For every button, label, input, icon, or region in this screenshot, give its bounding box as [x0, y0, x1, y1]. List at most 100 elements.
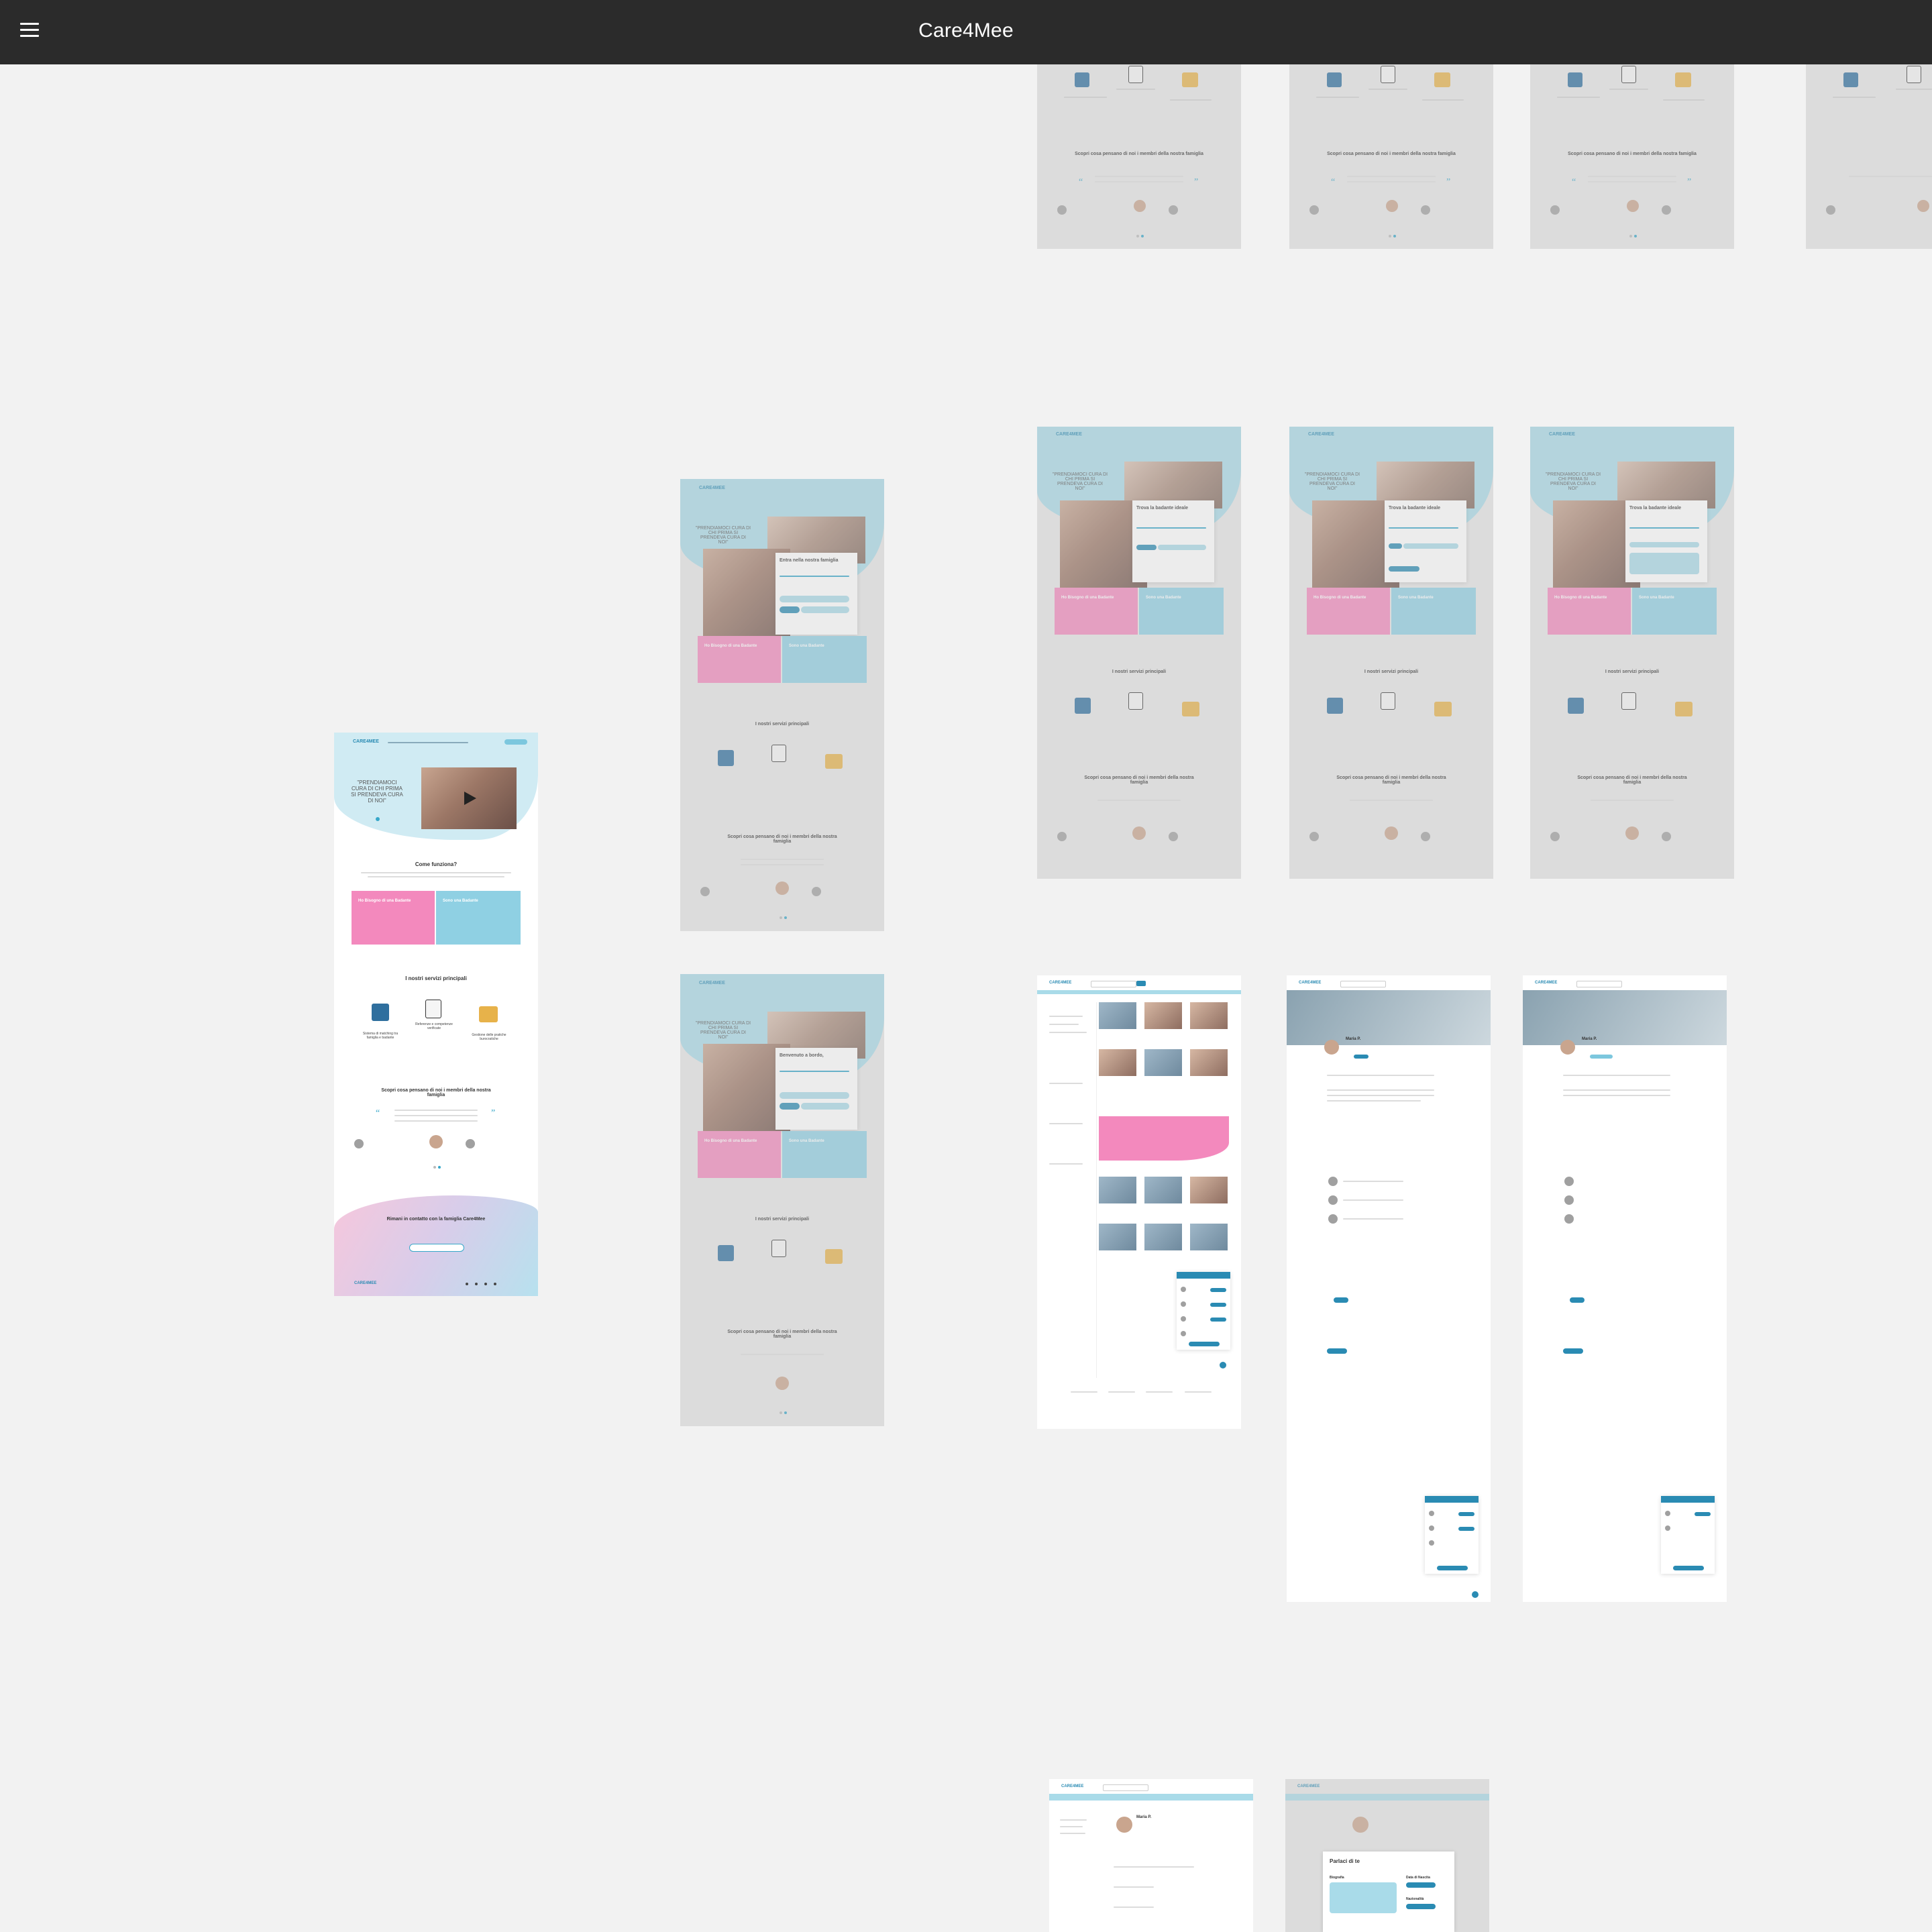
- matching-icon: [1568, 72, 1582, 87]
- play-icon[interactable]: [464, 792, 476, 805]
- matching-icon: [718, 750, 734, 766]
- personal-info-modal[interactable]: Parlaci di te Biografia Data di Nascita …: [1323, 1851, 1454, 1932]
- artboard-profile-edit[interactable]: CARE4MEE Maria P.: [1049, 1779, 1253, 1932]
- checklist-icon: [425, 1000, 441, 1018]
- paperwork-icon: [1434, 702, 1452, 716]
- carer-card[interactable]: [1144, 1049, 1182, 1076]
- testimonials-title: Scopri cosa pensano di noi i membri dell…: [1084, 775, 1194, 785]
- services-title: I nostri servizi principali: [1364, 669, 1419, 674]
- artboard-top-2[interactable]: Scopri cosa pensano di noi i membri dell…: [1289, 64, 1493, 249]
- app-title: Care4Mee: [918, 19, 1014, 42]
- brand-logo[interactable]: CARE4MEE: [1308, 432, 1334, 437]
- matching-icon: [1568, 698, 1584, 714]
- card-need-carer-title: Ho Bisogno di una Badante: [704, 1139, 757, 1143]
- chat-icon[interactable]: [1220, 1362, 1226, 1368]
- profile-name: Maria P.: [1346, 1037, 1361, 1041]
- brand-logo[interactable]: CARE4MEE: [1049, 981, 1071, 985]
- matching-icon: [1327, 698, 1343, 714]
- search-input[interactable]: [1576, 981, 1622, 987]
- matching-icon: [1075, 698, 1091, 714]
- hero-quote: "PRENDIAMOCI CURA DI CHI PRIMA SI PRENDE…: [695, 526, 751, 545]
- checklist-icon: [1907, 66, 1921, 83]
- checklist-icon: [1128, 692, 1143, 710]
- find-modal[interactable]: Trova la badante ideale: [1132, 500, 1214, 582]
- carer-card[interactable]: [1144, 1002, 1182, 1029]
- carer-card[interactable]: [1190, 1049, 1228, 1076]
- checklist-icon: [1621, 692, 1636, 710]
- find-modal-title: Trova la badante ideale: [1389, 506, 1441, 511]
- artboard-find-step-1[interactable]: CARE4MEE "PRENDIAMOCI CURA DI CHI PRIMA …: [1037, 427, 1241, 879]
- services-title: I nostri servizi principali: [405, 975, 467, 981]
- service-matching-label: Sistema di matching tra famiglia e badan…: [362, 1032, 398, 1040]
- card-need-carer-title: Ho Bisogno di una Badante: [1313, 596, 1366, 600]
- brand-logo[interactable]: CARE4MEE: [1299, 981, 1321, 985]
- checklist-icon: [1381, 66, 1395, 83]
- join-modal[interactable]: Entra nella nostra famiglia: [775, 553, 857, 635]
- hero-quote: "PRENDIAMOCI CURA DI CHI PRIMA SI PRENDE…: [1304, 472, 1360, 491]
- biography-input[interactable]: [1330, 1882, 1397, 1913]
- artboard-canvas[interactable]: Scopri cosa pensano di noi i membri dell…: [0, 64, 1932, 1932]
- services-title: I nostri servizi principali: [755, 1217, 810, 1222]
- testimonials-title: Scopri cosa pensano di noi i membri dell…: [1075, 152, 1203, 156]
- brand-logo[interactable]: CARE4MEE: [1056, 432, 1082, 437]
- search-input[interactable]: [1340, 981, 1386, 987]
- paperwork-icon: [1434, 72, 1450, 87]
- artboard-top-4[interactable]: [1806, 64, 1932, 249]
- paperwork-icon: [825, 754, 843, 769]
- carer-card[interactable]: [1190, 1002, 1228, 1029]
- brand-logo[interactable]: CARE4MEE: [699, 486, 725, 490]
- artboard-landing[interactable]: CARE4MEE "PRENDIAMOCI CURA DI CHI PRIMA …: [334, 733, 538, 1296]
- chat-panel[interactable]: [1177, 1272, 1230, 1350]
- birth-date-input[interactable]: [1406, 1882, 1436, 1888]
- footer-logo[interactable]: CARE4MEE: [354, 1281, 376, 1285]
- artboard-join-modal[interactable]: CARE4MEE "PRENDIAMOCI CURA DI CHI PRIMA …: [680, 479, 884, 931]
- artboard-search-results[interactable]: CARE4MEE: [1037, 975, 1241, 1429]
- paperwork-icon: [1675, 72, 1691, 87]
- carer-card[interactable]: [1099, 1002, 1136, 1029]
- brand-logo[interactable]: CARE4MEE: [699, 981, 725, 985]
- card-am-carer-title: Sono una Badante: [1639, 596, 1674, 600]
- artboard-top-3[interactable]: Scopri cosa pensano di noi i membri dell…: [1530, 64, 1734, 249]
- birth-date-label: Data di Nascita: [1406, 1876, 1430, 1880]
- paperwork-icon: [479, 1006, 498, 1022]
- brand-logo[interactable]: CARE4MEE: [1061, 1784, 1083, 1788]
- card-am-carer-title: Sono una Badante: [789, 644, 824, 648]
- nationality-input[interactable]: [1406, 1904, 1436, 1909]
- artboard-carer-profile-alt[interactable]: CARE4MEE Maria P.: [1523, 975, 1727, 1602]
- biography-label: Biografia: [1330, 1876, 1344, 1880]
- testimonials-title: Scopri cosa pensano di noi i membri dell…: [1568, 152, 1697, 156]
- personal-info-title: Parlaci di te: [1330, 1858, 1360, 1864]
- promo-banner[interactable]: [1099, 1116, 1229, 1161]
- chat-panel[interactable]: [1425, 1496, 1479, 1574]
- card-need-carer-title: Ho Bisogno di una Badante: [358, 899, 411, 903]
- profile-avatar: [1324, 1040, 1339, 1055]
- checklist-icon: [771, 1240, 786, 1257]
- brand-logo[interactable]: CARE4MEE: [353, 739, 379, 744]
- testimonials-title: Scopri cosa pensano di noi i membri dell…: [1577, 775, 1687, 785]
- matching-icon: [1843, 72, 1858, 87]
- top-bar: Care4Mee: [0, 0, 1932, 64]
- artboard-find-step-3[interactable]: CARE4MEE "PRENDIAMOCI CURA DI CHI PRIMA …: [1530, 427, 1734, 879]
- search-input[interactable]: [1091, 981, 1136, 987]
- brand-logo[interactable]: CARE4MEE: [1297, 1784, 1320, 1788]
- artboard-find-step-2[interactable]: CARE4MEE "PRENDIAMOCI CURA DI CHI PRIMA …: [1289, 427, 1493, 879]
- checklist-icon: [1381, 692, 1395, 710]
- brand-logo[interactable]: CARE4MEE: [1549, 432, 1575, 437]
- matching-icon: [718, 1245, 734, 1261]
- hero-quote: "PRENDIAMOCI CURA DI CHI PRIMA SI PRENDE…: [1052, 472, 1108, 491]
- find-modal[interactable]: Trova la badante ideale: [1625, 500, 1707, 582]
- welcome-modal[interactable]: Benvenuto a bordo,: [775, 1048, 857, 1130]
- carer-card[interactable]: [1099, 1049, 1136, 1076]
- search-button[interactable]: [1136, 981, 1146, 986]
- profile-name: Maria P.: [1582, 1037, 1597, 1041]
- artboard-welcome-modal[interactable]: CARE4MEE "PRENDIAMOCI CURA DI CHI PRIMA …: [680, 974, 884, 1426]
- card-am-carer-title: Sono una Badante: [443, 899, 478, 903]
- find-modal[interactable]: Trova la badante ideale: [1385, 500, 1466, 582]
- artboard-top-1[interactable]: Scopri cosa pensano di noi i membri dell…: [1037, 64, 1241, 249]
- brand-logo[interactable]: CARE4MEE: [1535, 981, 1557, 985]
- artboard-carer-profile[interactable]: CARE4MEE Maria P.: [1287, 975, 1491, 1602]
- artboard-personal-info-modal[interactable]: CARE4MEE Parlaci di te Biografia Data di…: [1285, 1779, 1489, 1932]
- chat-panel[interactable]: [1661, 1496, 1715, 1574]
- newsletter-input[interactable]: [409, 1244, 464, 1252]
- matching-icon: [1075, 72, 1089, 87]
